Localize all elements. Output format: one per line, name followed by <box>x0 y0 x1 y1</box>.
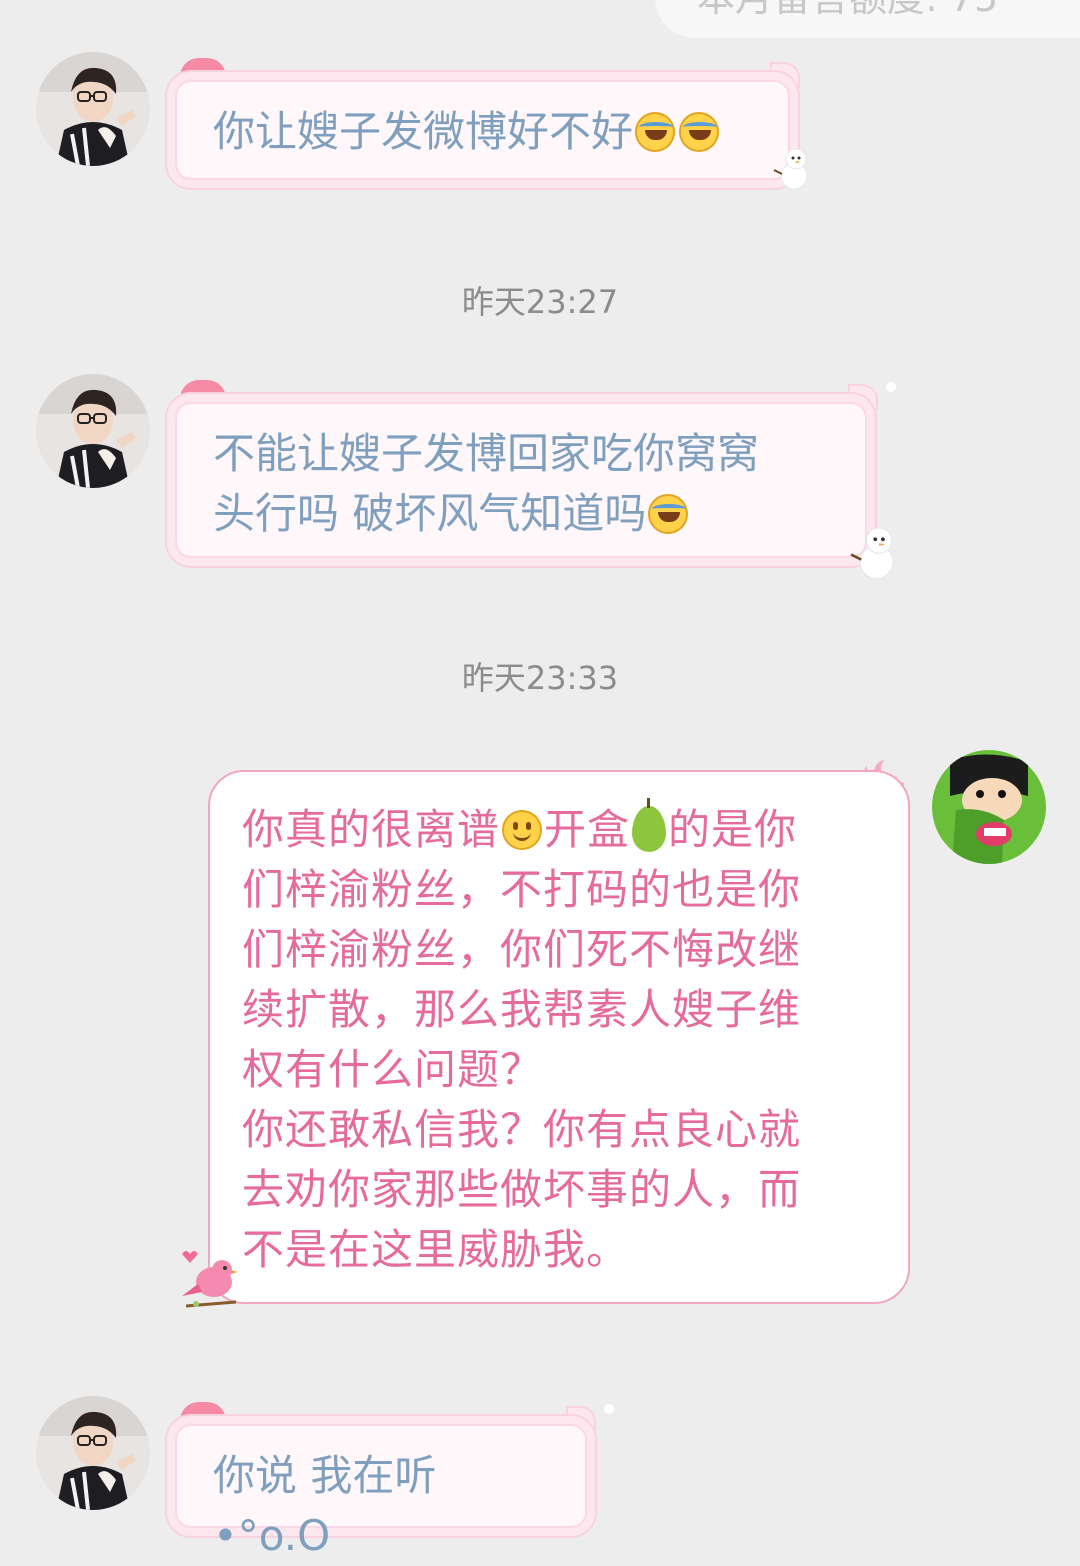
message-text: 你说 我在听•°o.O <box>213 1451 437 1560</box>
snowman-decoration <box>773 148 808 190</box>
contact-avatar[interactable] <box>36 374 150 488</box>
sparkle-decoration <box>604 1404 614 1414</box>
partial-message-text: 本月留言额度: 75 <box>697 0 998 20</box>
message-text-line: 们梓渝粉丝，你们死不悔改继 <box>242 925 802 974</box>
message-text-line: 你还敢私信我？你有点良心就 <box>242 1105 802 1154</box>
user-avatar[interactable] <box>932 750 1046 864</box>
face-with-tears-of-joy-icon <box>635 112 676 152</box>
contact-avatar[interactable] <box>36 52 150 166</box>
message-text-line: 续扩散，那么我帮素人嫂子维 <box>242 985 802 1034</box>
snowman-decoration <box>850 527 894 580</box>
message-text-line: 们梓渝粉丝，不打码的也是你 <box>242 865 802 914</box>
incoming-message-bubble[interactable]: 不能让嫂子发博回家吃你窝窝 头行吗 破坏风气知道吗 <box>165 392 877 568</box>
message-text: 你真的很离谱 <box>242 805 501 854</box>
message-text-line: 头行吗 破坏风气知道吗 <box>213 484 831 544</box>
message-timestamp: 昨天23:33 <box>461 659 619 697</box>
message-text-line: 权有什么问题？ <box>242 1045 544 1094</box>
face-with-tears-of-joy-icon <box>679 112 720 152</box>
incoming-message-bubble[interactable]: 你让嫂子发微博好不好 <box>165 70 800 190</box>
message-text: 的是你 <box>668 805 798 854</box>
partial-message-bubble: 本月留言额度: 75 <box>655 0 1080 38</box>
message-text: 你让嫂子发微博好不好 <box>213 107 634 156</box>
outgoing-message-bubble[interactable]: 你真的很离谱 开盒 的是你 们梓渝粉丝，不打码的也是你 们梓渝粉丝，你们死不悔改继 … <box>208 770 910 1304</box>
pink-bird-decoration <box>182 1251 238 1308</box>
message-timestamp: 昨天23:27 <box>461 283 619 321</box>
face-with-tears-of-joy-icon <box>648 494 689 534</box>
message-text: 开盒 <box>544 805 631 854</box>
incoming-message-bubble[interactable]: 你说 我在听•°o.O <box>165 1414 597 1560</box>
message-text-line: 去劝你家那些做坏事的人，而 <box>242 1165 802 1214</box>
pear-icon <box>632 798 667 852</box>
contact-avatar[interactable] <box>36 1396 150 1510</box>
message-text-line: 不是在这里威胁我。 <box>242 1225 630 1274</box>
message-text: 头行吗 破坏风气知道吗 <box>213 489 647 538</box>
sparkle-decoration <box>886 382 896 392</box>
smiling-face-icon <box>502 810 543 850</box>
message-text-line: 你真的很离谱 开盒 的是你 <box>242 798 868 860</box>
message-text-line: 不能让嫂子发博回家吃你窝窝 <box>213 429 760 478</box>
